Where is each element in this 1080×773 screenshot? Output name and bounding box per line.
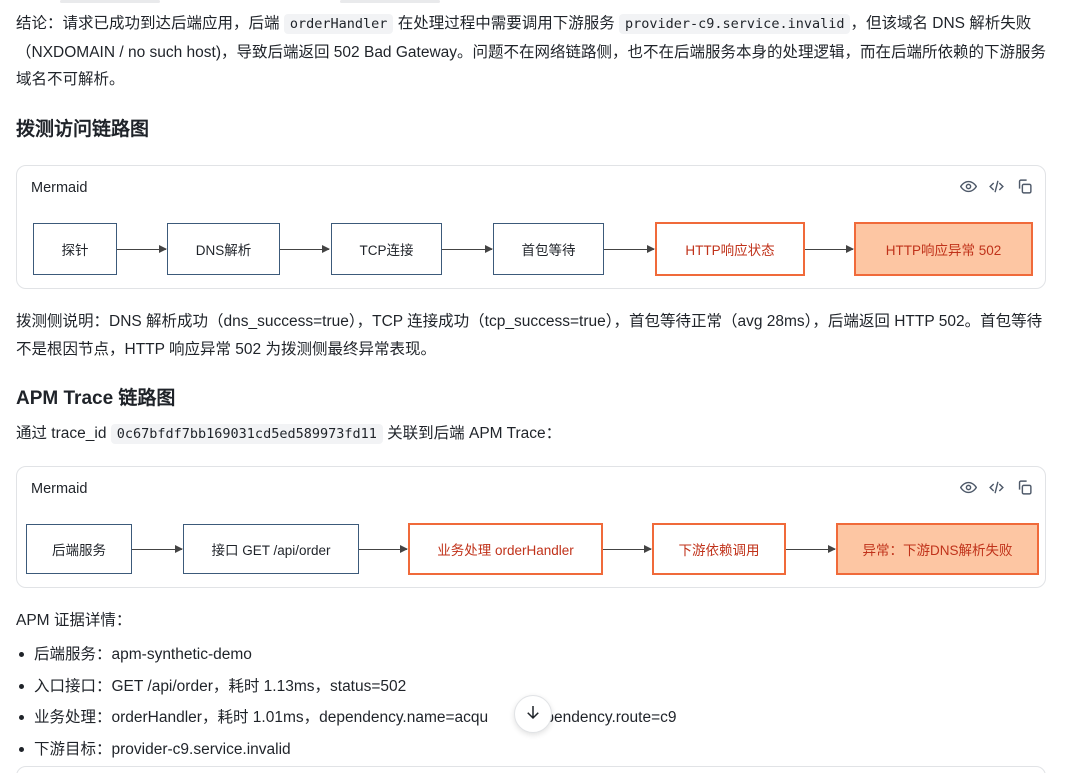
top-edge-remnant xyxy=(60,0,440,3)
probe-arrow xyxy=(117,245,167,253)
apm-mermaid-card: Mermaid 后端服务 接口 GET /api/order 业务处理 orde… xyxy=(16,466,1046,588)
probe-mermaid-card: Mermaid 探针 DNS解析 TCP连接 首包等待 HTTP响应状态 HTT… xyxy=(16,165,1046,289)
probe-node-5: HTTP响应异常 502 xyxy=(854,222,1033,276)
apm-node-2: 业务处理 orderHandler xyxy=(408,523,603,575)
trace-suffix: 关联到后端 APM Trace： xyxy=(387,425,562,442)
probe-note: 拨测侧说明：DNS 解析成功（dns_success=true），TCP 连接成… xyxy=(16,313,1043,358)
apm-flow: 后端服务 接口 GET /api/order 业务处理 orderHandler… xyxy=(17,467,1045,587)
page: 结论：请求已成功到达后端应用，后端 orderHandler 在处理过程中需要调… xyxy=(0,0,1080,773)
conclusion-paragraph: 结论：请求已成功到达后端应用，后端 orderHandler 在处理过程中需要调… xyxy=(16,10,1056,94)
arrow-down-icon xyxy=(524,703,542,726)
probe-node-3: 首包等待 xyxy=(493,223,604,275)
apm-node-0: 后端服务 xyxy=(26,524,132,574)
evidence-item: 后端服务：apm-synthetic-demo xyxy=(16,639,1056,671)
probe-arrow xyxy=(280,245,330,253)
probe-node-0: 探针 xyxy=(33,223,117,275)
evidence-item: 下游目标：provider-c9.service.invalid xyxy=(16,734,1056,766)
apm-node-4: 异常：下游DNS解析失败 xyxy=(836,523,1039,575)
conclusion-text-2: 在处理过程中需要调用下游服务 xyxy=(397,15,615,32)
probe-node-1: DNS解析 xyxy=(167,223,280,275)
probe-arrow xyxy=(604,245,655,253)
evidence-text: 入口接口：GET /api/order，耗时 1.13ms，status=502 xyxy=(34,677,407,695)
conclusion-block: 结论：请求已成功到达后端应用，后端 orderHandler 在处理过程中需要调… xyxy=(16,10,1056,94)
probe-node-2: TCP连接 xyxy=(331,223,442,275)
inline-code-provider: provider-c9.service.invalid xyxy=(619,14,851,34)
apm-node-1: 接口 GET /api/order xyxy=(183,524,359,574)
scroll-down-button[interactable] xyxy=(514,695,552,733)
next-card-edge xyxy=(16,766,1046,773)
probe-node-4: HTTP响应状态 xyxy=(655,222,805,276)
probe-arrow xyxy=(805,245,854,253)
inline-code-handler: orderHandler xyxy=(283,14,394,34)
apm-heading: APM Trace 链路图 xyxy=(16,388,176,409)
apm-arrow xyxy=(786,545,836,553)
evidence-text: 业务处理：orderHandler，耗时 1.01ms，dependency.n… xyxy=(34,709,489,726)
apm-arrow xyxy=(359,545,408,553)
apm-arrow xyxy=(603,545,652,553)
trace-prefix: 通过 trace_id xyxy=(16,425,107,442)
evidence-text: 后端服务：apm-synthetic-demo xyxy=(34,646,252,663)
apm-arrow xyxy=(132,545,183,553)
probe-flow: 探针 DNS解析 TCP连接 首包等待 HTTP响应状态 HTTP响应异常 50… xyxy=(17,166,1045,288)
probe-heading: 拨测访问链路图 xyxy=(16,119,150,140)
apm-node-3: 下游依赖调用 xyxy=(652,523,786,575)
probe-arrow xyxy=(442,245,493,253)
evidence-text: 下游目标：provider-c9.service.invalid xyxy=(34,740,291,758)
trace-line: 通过 trace_id 0c67bfdf7bb169031cd5ed589973… xyxy=(16,420,561,449)
evidence-title: APM 证据详情： xyxy=(16,612,132,629)
trace-id-code: 0c67bfdf7bb169031cd5ed589973fd11 xyxy=(110,424,383,444)
conclusion-text: 结论：请求已成功到达后端应用，后端 xyxy=(16,15,280,32)
